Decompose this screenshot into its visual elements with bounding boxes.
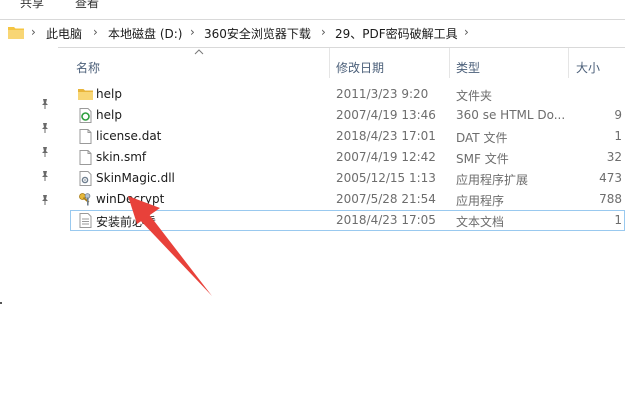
file-row[interactable]: help 2011/3/23 9:20 文件夹	[58, 84, 625, 105]
chevron-right-icon[interactable]: ›	[321, 25, 326, 39]
file-row[interactable]: skin.smf 2007/4/19 12:42 SMF 文件 32	[58, 147, 625, 168]
column-divider[interactable]	[568, 48, 569, 78]
nav-marker	[0, 302, 2, 304]
file-explorer-window: 共享 查看 › 此电脑 › 本地磁盘 (D:) › 360安全浏览器下载 › 2…	[0, 0, 625, 410]
file-date: 2018/4/23 17:05	[336, 213, 436, 227]
address-bar[interactable]: › 此电脑 › 本地磁盘 (D:) › 360安全浏览器下载 › 29、PDF密…	[0, 19, 625, 48]
column-header-name[interactable]: 名称	[76, 59, 100, 76]
breadcrumb-download-folder[interactable]: 360安全浏览器下载	[204, 25, 311, 42]
breadcrumb-this-pc[interactable]: 此电脑	[46, 25, 82, 42]
text-file-icon	[79, 213, 92, 228]
file-date: 2018/4/23 17:01	[336, 129, 436, 143]
file-date: 2011/3/23 9:20	[336, 87, 429, 101]
tab-view[interactable]: 查看	[75, 0, 99, 11]
file-date: 2007/5/28 21:54	[336, 192, 436, 206]
chevron-right-icon[interactable]: ›	[93, 25, 98, 39]
html-file-icon	[79, 108, 92, 123]
blank-file-icon	[79, 150, 92, 165]
file-date: 2007/4/19 12:42	[336, 150, 436, 164]
file-type: 应用程序扩展	[456, 173, 529, 187]
file-size: 32	[606, 150, 622, 164]
pin-icon[interactable]	[39, 122, 51, 134]
breadcrumb-current-folder[interactable]: 29、PDF密码破解工具	[335, 25, 458, 42]
file-size: 1	[614, 129, 622, 143]
file-row[interactable]: 安装前必看 2018/4/23 17:05 文本文档 1	[58, 210, 625, 231]
file-type: 文件夹	[456, 89, 493, 103]
file-row[interactable]: help 2007/4/19 13:46 360 se HTML Do... 9	[58, 105, 625, 126]
dll-file-icon	[79, 171, 92, 186]
file-size: 788	[599, 192, 622, 206]
ribbon-tabs: 共享 查看	[0, 0, 625, 12]
file-name: help	[96, 108, 122, 122]
file-name: SkinMagic.dll	[96, 171, 175, 185]
file-date: 2005/12/15 1:13	[336, 171, 436, 185]
file-row[interactable]: winDecrypt 2007/5/28 21:54 应用程序 788	[58, 189, 625, 210]
pin-icon[interactable]	[39, 146, 51, 158]
column-divider[interactable]	[329, 48, 330, 78]
file-row[interactable]: license.dat 2018/4/23 17:01 DAT 文件 1	[58, 126, 625, 147]
pin-icon[interactable]	[39, 98, 51, 110]
file-row[interactable]: SkinMagic.dll 2005/12/15 1:13 应用程序扩展 473	[58, 168, 625, 189]
pin-icon[interactable]	[39, 170, 51, 182]
file-name: 安装前必看	[96, 215, 157, 229]
file-type: DAT 文件	[456, 131, 508, 145]
column-divider[interactable]	[449, 48, 450, 78]
blank-file-icon	[79, 129, 92, 144]
breadcrumb-local-disk[interactable]: 本地磁盘 (D:)	[108, 25, 182, 42]
file-size: 1	[614, 213, 622, 227]
column-header-type[interactable]: 类型	[456, 59, 480, 76]
folder-icon	[78, 89, 93, 100]
file-type: 360 se HTML Do...	[456, 108, 566, 122]
chevron-right-icon[interactable]: ›	[190, 25, 195, 39]
chevron-right-icon[interactable]: ›	[31, 25, 36, 39]
file-name: winDecrypt	[96, 192, 165, 206]
column-headers: 名称 修改日期 类型 大小	[58, 48, 625, 78]
file-name: license.dat	[96, 129, 162, 143]
chevron-right-icon[interactable]: ›	[464, 25, 469, 39]
column-header-size[interactable]: 大小	[576, 59, 600, 76]
navigation-pane	[0, 47, 58, 410]
file-size: 473	[599, 171, 622, 185]
file-name: help	[96, 87, 122, 101]
file-type: 文本文档	[456, 215, 505, 229]
keys-app-icon	[79, 193, 91, 206]
file-name: skin.smf	[96, 150, 147, 164]
column-header-date[interactable]: 修改日期	[336, 59, 384, 76]
pin-icon[interactable]	[39, 194, 51, 206]
file-size: 9	[614, 108, 622, 122]
file-date: 2007/4/19 13:46	[336, 108, 436, 122]
file-type: SMF 文件	[456, 152, 509, 166]
file-type: 应用程序	[456, 194, 505, 208]
tab-share[interactable]: 共享	[20, 0, 44, 11]
folder-icon	[8, 27, 24, 39]
sort-ascending-icon	[194, 49, 204, 55]
